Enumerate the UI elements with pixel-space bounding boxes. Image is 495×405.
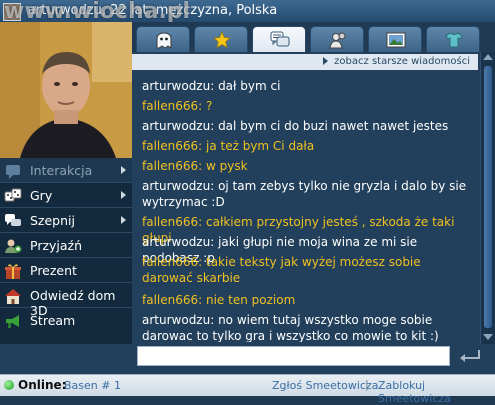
menu-item-gry[interactable]: Gry (0, 183, 132, 208)
photos-icon (386, 32, 406, 48)
menu-item-label: Szepnij (30, 213, 75, 228)
tab-bar (132, 22, 495, 52)
online-status-icon (4, 380, 14, 390)
chat-message: arturwodzu: dal bym ci do buzi nawet naw… (142, 119, 449, 133)
tab-chat[interactable] (252, 26, 306, 52)
dice-icon (4, 188, 22, 202)
chat-panel: zobacz starsze wiadomości arturwodzu: da… (132, 52, 480, 342)
profile-photo (0, 22, 132, 158)
add-friend-icon (5, 239, 22, 253)
friends-icon (329, 32, 346, 49)
menu-item-label: Przyjaźń (30, 238, 83, 253)
scroll-up-icon[interactable] (483, 54, 493, 60)
send-enter-icon[interactable] (457, 348, 481, 364)
chat-message: fallen666: ? (142, 99, 213, 113)
ghost-icon (156, 32, 172, 49)
house-icon (5, 289, 21, 304)
chat-message: fallen666: takie teksty jak wyżej możesz… (142, 255, 421, 285)
older-messages-label: zobacz starsze wiadomości (334, 56, 470, 67)
interaction-menu: Interakcja Gry Szepnij Przyjaźń Prezent … (0, 158, 132, 344)
menu-header-label: Interakcja (30, 163, 93, 178)
scroll-down-icon[interactable] (483, 334, 493, 340)
chat-message: fallen666: nie ten poziom (142, 293, 296, 307)
title-bar: arturwodzu, 22 lat, mężczyzna, Polska ww… (0, 0, 495, 23)
chevron-right-icon (121, 166, 126, 174)
message-compose (132, 344, 495, 374)
chat-message: fallen666: w pysk (142, 159, 248, 173)
tab-wardrobe[interactable] (426, 26, 480, 52)
chat-message: arturwodzu: no wiem tutaj wszystko moge … (142, 313, 439, 342)
link-separator: | (365, 378, 369, 391)
menu-header-interakcja[interactable]: Interakcja (0, 158, 132, 183)
chat-scrollbar[interactable] (480, 52, 495, 344)
chevron-right-icon (121, 216, 126, 224)
menu-item-label: Prezent (30, 263, 77, 278)
menu-item-label: Gry (30, 188, 53, 203)
chat-message: arturwodzu: oj tam zebys tylko nie gryzl… (142, 179, 467, 209)
interaction-icon (6, 165, 20, 179)
tshirt-icon (445, 32, 463, 48)
chevron-right-icon (121, 191, 126, 199)
megaphone-icon (6, 315, 19, 328)
chat-window: arturwodzu, 22 lat, mężczyzna, Polska ww… (0, 0, 495, 405)
whisper-icon (5, 214, 21, 226)
tab-friends[interactable] (310, 26, 364, 52)
block-user-link[interactable]: Zablokuj Smeetowicza (378, 379, 495, 405)
user-avatar-mini (3, 3, 21, 21)
window-title: arturwodzu, 22 lat, mężczyzna, Polska (28, 3, 278, 18)
scroll-thumb[interactable] (484, 66, 492, 328)
older-messages-link[interactable]: zobacz starsze wiadomości (132, 54, 478, 70)
tab-ghost[interactable] (136, 26, 190, 52)
chat-bubbles-icon (270, 31, 290, 47)
menu-item-stream[interactable]: Stream (0, 308, 132, 333)
status-bar: Online: Basen # 1 Zgłoś Smeetowicza | Za… (0, 374, 495, 405)
menu-item-prezent[interactable]: Prezent (0, 258, 132, 283)
chat-message: arturwodzu: dał bym ci (142, 79, 281, 93)
message-list: arturwodzu: dał bym ci fallen666: ? artu… (132, 74, 478, 342)
report-user-link[interactable]: Zgłoś Smeetowicza (272, 379, 379, 392)
menu-item-odwiedz-dom[interactable]: Odwiedź dom 3D (0, 283, 132, 318)
star-icon (213, 31, 231, 49)
message-input[interactable] (137, 346, 450, 366)
play-icon (323, 57, 329, 65)
room-link[interactable]: Basen # 1 (64, 379, 121, 392)
online-label: Online: (18, 378, 67, 392)
menu-item-przyjazn[interactable]: Przyjaźń (0, 233, 132, 258)
chat-message: fallen666: ja też bym Ci dała (142, 139, 315, 153)
menu-item-label: Stream (30, 313, 76, 328)
tab-photos[interactable] (368, 26, 422, 52)
tab-star[interactable] (194, 26, 248, 52)
gift-icon (5, 264, 21, 279)
menu-item-szepnij[interactable]: Szepnij (0, 208, 132, 233)
